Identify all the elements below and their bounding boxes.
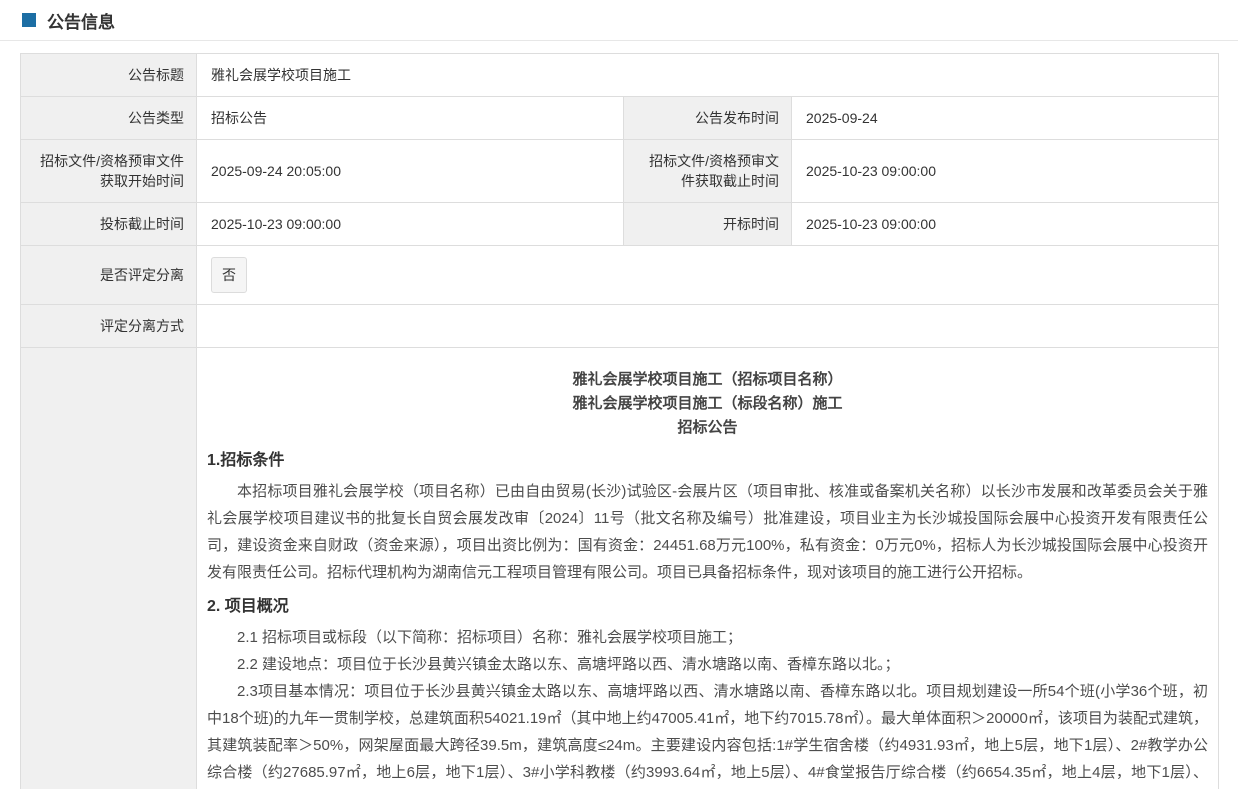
document-title-block: 雅礼会展学校项目施工（招标项目名称） 雅礼会展学校项目施工（标段名称）施工 招标… <box>207 368 1208 440</box>
evaluation-separation-method-value <box>197 305 1219 348</box>
paragraph-project-location: 2.2 建设地点：项目位于长沙县黄兴镇金太路以东、高塘坪路以西、清水塘路以南、香… <box>207 651 1208 678</box>
paragraph-project-details: 2.3项目基本情况：项目位于长沙县黄兴镇金太路以东、高塘坪路以西、清水塘路以南、… <box>207 678 1208 789</box>
evaluation-separation-label: 是否评定分离 <box>21 246 197 305</box>
page-title: 公告信息 <box>47 8 115 33</box>
bid-opening-time-label: 开标时间 <box>624 203 792 246</box>
table-row-deadline-opening: 投标截止时间 2025-10-23 09:00:00 开标时间 2025-10-… <box>21 203 1219 246</box>
evaluation-separation-no-button[interactable]: 否 <box>211 257 247 293</box>
evaluation-separation-method-label: 评定分离方式 <box>21 305 197 348</box>
section-header: 公告信息 <box>0 0 1238 41</box>
document-title-line: 雅礼会展学校项目施工（标段名称）施工 <box>207 392 1208 416</box>
announcement-title-value: 雅礼会展学校项目施工 <box>197 54 1219 97</box>
doc-obtain-start-value: 2025-09-24 20:05:00 <box>197 140 624 203</box>
announcement-info-table: 公告标题 雅礼会展学校项目施工 公告类型 招标公告 公告发布时间 2025-09… <box>20 53 1219 789</box>
table-row-evaluation-method: 评定分离方式 <box>21 305 1219 348</box>
document-body-cell: 雅礼会展学校项目施工（招标项目名称） 雅礼会展学校项目施工（标段名称）施工 招标… <box>197 348 1219 789</box>
section-heading-project-overview: 2. 项目概况 <box>207 594 1208 620</box>
publish-time-label: 公告发布时间 <box>624 97 792 140</box>
document-title-line: 招标公告 <box>207 416 1208 440</box>
table-row-title: 公告标题 雅礼会展学校项目施工 <box>21 54 1219 97</box>
document-body-label-empty <box>21 348 197 789</box>
bid-deadline-label: 投标截止时间 <box>21 203 197 246</box>
doc-obtain-start-label: 招标文件/资格预审文件获取开始时间 <box>21 140 197 203</box>
table-row-type-publish: 公告类型 招标公告 公告发布时间 2025-09-24 <box>21 97 1219 140</box>
evaluation-separation-cell: 否 <box>197 246 1219 305</box>
blue-square-icon <box>22 13 36 27</box>
announcement-title-label: 公告标题 <box>21 54 197 97</box>
table-row-document-body: 雅礼会展学校项目施工（招标项目名称） 雅礼会展学校项目施工（标段名称）施工 招标… <box>21 348 1219 789</box>
announcement-type-label: 公告类型 <box>21 97 197 140</box>
doc-obtain-end-value: 2025-10-23 09:00:00 <box>792 140 1219 203</box>
table-row-evaluation-separation: 是否评定分离 否 <box>21 246 1219 305</box>
tender-document: 雅礼会展学校项目施工（招标项目名称） 雅礼会展学校项目施工（标段名称）施工 招标… <box>207 368 1208 789</box>
table-row-doc-obtain: 招标文件/资格预审文件获取开始时间 2025-09-24 20:05:00 招标… <box>21 140 1219 203</box>
document-title-line: 雅礼会展学校项目施工（招标项目名称） <box>207 368 1208 392</box>
paragraph-project-name: 2.1 招标项目或标段（以下简称：招标项目）名称：雅礼会展学校项目施工； <box>207 624 1208 651</box>
bid-deadline-value: 2025-10-23 09:00:00 <box>197 203 624 246</box>
bid-opening-time-value: 2025-10-23 09:00:00 <box>792 203 1219 246</box>
section-heading-tender-conditions: 1.招标条件 <box>207 448 1208 474</box>
publish-time-value: 2025-09-24 <box>792 97 1219 140</box>
paragraph-tender-conditions: 本招标项目雅礼会展学校（项目名称）已由自由贸易(长沙)试验区-会展片区（项目审批… <box>207 478 1208 586</box>
announcement-type-value: 招标公告 <box>197 97 624 140</box>
doc-obtain-end-label: 招标文件/资格预审文件获取截止时间 <box>624 140 792 203</box>
